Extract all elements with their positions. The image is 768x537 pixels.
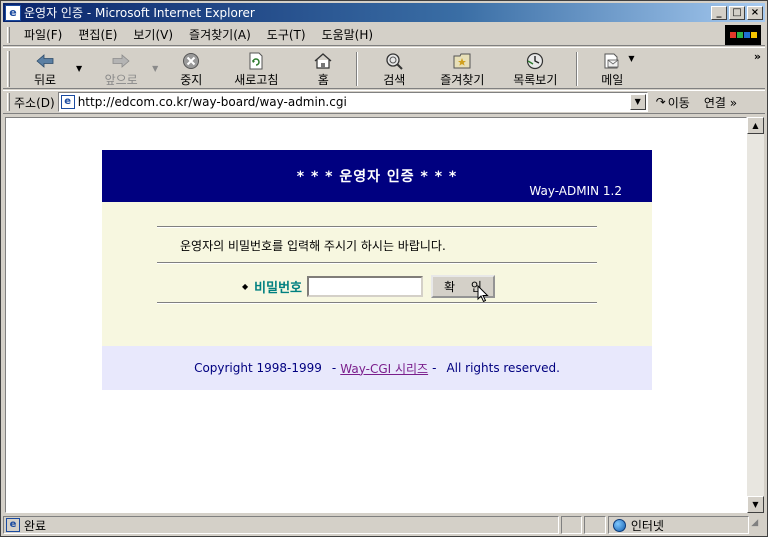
zone-text: 인터넷 [630, 518, 664, 533]
back-arrow-icon [34, 51, 56, 70]
resize-grip[interactable]: ◢ [751, 518, 765, 532]
page-title: * * * 운영자 인증 * * * [296, 169, 458, 185]
address-url[interactable]: http://edcom.co.kr/way-board/way-admin.c… [78, 95, 347, 109]
close-button[interactable]: × [747, 5, 763, 20]
menu-tools[interactable]: 도구(T) [259, 26, 314, 43]
menubar-grip[interactable] [7, 26, 10, 43]
home-button[interactable]: 홈 [296, 48, 350, 88]
menu-favorites[interactable]: 즐겨찾기(A) [181, 26, 259, 43]
menu-bar: 파일(F) 편집(E) 보기(V) 즐겨찾기(A) 도구(T) 도움말(H) [3, 24, 765, 46]
panel-body: 운영자의 비밀번호를 입력해 주시기 하시는 바랍니다. ◆ 비밀번호 확 인 [102, 202, 652, 346]
security-zone: 인터넷 [607, 516, 750, 534]
panel-footer: Copyright 1998-1999 - Way-CGI 시리즈 - All … [102, 346, 652, 390]
forward-dropdown[interactable]: ▼ [152, 64, 158, 73]
admin-login-panel: * * * 운영자 인증 * * * Way-ADMIN 1.2 운영자의 비밀… [102, 150, 652, 390]
confirm-button[interactable]: 확 인 [431, 275, 495, 303]
password-row: ◆ 비밀번호 확 인 [242, 275, 495, 303]
footer-dash: - [331, 361, 337, 375]
scroll-up-button[interactable]: ▲ [747, 117, 764, 134]
minimize-button[interactable]: _ [711, 5, 727, 20]
divider [157, 226, 597, 228]
favorites-button[interactable]: 즐겨찾기 [424, 48, 500, 88]
page-icon: e [60, 95, 75, 109]
ie-icon: e [5, 4, 21, 21]
address-dropdown-button[interactable]: ▼ [629, 94, 646, 110]
forward-arrow-icon [110, 51, 132, 70]
maximize-button[interactable]: □ [729, 5, 745, 20]
refresh-icon [245, 51, 267, 70]
window-title: 운영자 인증 - Microsoft Internet Explorer [24, 6, 255, 20]
favorites-icon [451, 51, 473, 70]
mouse-cursor-icon [477, 285, 489, 303]
toolbar-separator [576, 52, 579, 86]
standard-toolbar: 뒤로 ▼ 앞으로 ▼ 중지 새로고침 홈 검색 즐겨찾기 목록보기 메일 ▼ » [3, 47, 765, 89]
history-icon [524, 51, 546, 70]
stop-icon [180, 51, 202, 70]
menu-view[interactable]: 보기(V) [125, 26, 181, 43]
home-icon [312, 51, 334, 70]
go-button[interactable]: ↷ 이동 [656, 94, 690, 111]
status-main: e 완료 [3, 516, 559, 534]
status-panel [560, 516, 583, 534]
bullet-icon: ◆ [242, 282, 249, 291]
refresh-button[interactable]: 새로고침 [216, 48, 296, 88]
copyright-text: Copyright 1998-1999 [194, 361, 322, 375]
mail-dropdown[interactable]: ▼ [628, 54, 634, 63]
browser-window: e 운영자 인증 - Microsoft Internet Explorer _… [0, 0, 768, 537]
search-button[interactable]: 검색 [364, 48, 424, 88]
address-label: 주소(D) [14, 95, 55, 110]
addressbar-grip[interactable] [7, 93, 10, 111]
page-done-icon: e [6, 518, 20, 532]
history-button[interactable]: 목록보기 [500, 48, 570, 88]
back-button[interactable]: 뒤로 [14, 48, 76, 88]
stop-button[interactable]: 중지 [166, 48, 216, 88]
back-dropdown[interactable]: ▼ [76, 64, 82, 73]
title-bar[interactable]: e 운영자 인증 - Microsoft Internet Explorer _… [3, 3, 765, 22]
instruction-text: 운영자의 비밀번호를 입력해 주시기 하시는 바랍니다. [180, 239, 446, 253]
mail-icon [601, 51, 623, 70]
address-input[interactable]: e http://edcom.co.kr/way-board/way-admin… [57, 92, 648, 112]
address-bar: 주소(D) e http://edcom.co.kr/way-board/way… [3, 90, 765, 114]
divider [157, 262, 597, 264]
toolbar-grip[interactable] [7, 51, 10, 87]
forward-button[interactable]: 앞으로 [90, 48, 152, 88]
menu-file[interactable]: 파일(F) [16, 26, 70, 43]
internet-zone-icon [612, 518, 626, 532]
rights-text: All rights reserved. [446, 361, 560, 375]
windows-logo-icon [725, 25, 761, 45]
status-bar: e 완료 인터넷 ◢ [3, 515, 765, 535]
panel-header: * * * 운영자 인증 * * * Way-ADMIN 1.2 [102, 150, 652, 202]
footer-dash: - [432, 361, 437, 375]
toolbar-separator [356, 52, 359, 86]
menu-help[interactable]: 도움말(H) [314, 26, 382, 43]
search-icon [383, 51, 405, 70]
status-panel [584, 516, 606, 534]
version-label: Way-ADMIN 1.2 [529, 184, 622, 198]
way-cgi-link[interactable]: Way-CGI 시리즈 [340, 360, 428, 377]
go-arrow-icon: ↷ [655, 95, 666, 109]
toolbar-overflow-chevron[interactable]: » [754, 50, 761, 63]
password-input[interactable] [307, 276, 423, 297]
links-toolbar[interactable]: 연결 » [704, 94, 737, 111]
page-viewport: * * * 운영자 인증 * * * Way-ADMIN 1.2 운영자의 비밀… [5, 117, 747, 513]
scroll-down-button[interactable]: ▼ [747, 496, 764, 513]
vertical-scrollbar[interactable]: ▲ ▼ [747, 117, 764, 513]
menu-edit[interactable]: 편집(E) [70, 26, 125, 43]
password-label: 비밀번호 [254, 281, 302, 296]
status-text: 완료 [24, 518, 47, 533]
divider [157, 302, 597, 304]
